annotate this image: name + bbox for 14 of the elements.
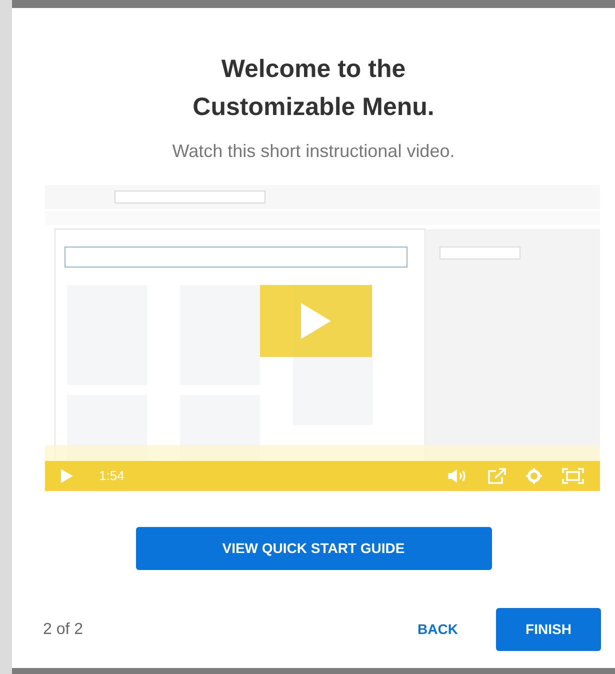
play-icon[interactable] <box>61 469 73 483</box>
quick-start-guide-button[interactable]: VIEW QUICK START GUIDE <box>136 527 492 570</box>
back-button[interactable]: BACK <box>418 619 458 640</box>
play-icon <box>301 303 331 339</box>
fullscreen-icon[interactable] <box>562 468 584 484</box>
share-icon[interactable] <box>488 468 506 484</box>
dialog-subtitle: Watch this short instructional video. <box>172 140 455 163</box>
settings-icon[interactable] <box>526 468 542 484</box>
play-overlay-button[interactable] <box>260 285 372 357</box>
video-time: 1:54 <box>99 467 124 486</box>
dialog-title: Welcome to the Customizable Menu. <box>192 54 436 123</box>
finish-button[interactable]: FINISH <box>496 608 601 651</box>
step-counter: 2 of 2 <box>43 620 84 640</box>
volume-icon[interactable] <box>448 469 468 483</box>
